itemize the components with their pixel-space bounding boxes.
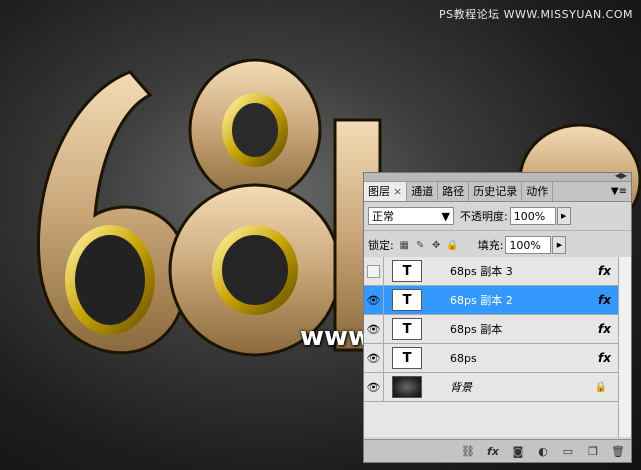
lock-label: 锁定: (368, 239, 394, 252)
tab-history[interactable]: 历史记录 (469, 182, 523, 201)
layer-name: 68ps 副本 3 (450, 265, 513, 278)
fx-icon[interactable]: fx (598, 293, 611, 307)
chevron-down-icon: ▼ (441, 209, 450, 223)
layer-name: 68ps 副本 (450, 323, 503, 336)
text-layer-thumbnail: T (392, 260, 422, 282)
visibility-toggle[interactable]: 👁 (364, 286, 384, 314)
layer-row[interactable]: T 68ps 副本 3 fx ▼ (364, 257, 631, 286)
panel-menu-icon[interactable]: ▼≡ (611, 182, 631, 201)
panel-tabs: 图层 × 通道 路径 历史记录 动作 ▼≡ (364, 182, 631, 202)
eye-icon: 👁 (366, 351, 381, 365)
opacity-input[interactable]: 100% (509, 207, 556, 225)
fill-slider-button[interactable]: ▶ (552, 236, 567, 254)
background-layer-thumbnail (392, 376, 422, 398)
tab-paths[interactable]: 路径 (438, 182, 470, 201)
fx-icon[interactable]: fx (598, 322, 611, 336)
fx-icon[interactable]: fx (598, 264, 611, 278)
link-layers-icon[interactable]: ⛓ (461, 445, 475, 458)
collapse-icon[interactable]: ◀▶ (615, 171, 627, 180)
layers-panel: ◀▶ 图层 × 通道 路径 历史记录 动作 ▼≡ 正常 ▼ 不透明度: 100% ▶… (363, 171, 632, 463)
lock-all-icon[interactable]: 🔒 (446, 240, 458, 251)
layers-list: T 68ps 副本 3 fx ▼ 👁 T 68ps 副本 2 fx ▼ 👁 T … (364, 257, 631, 437)
lock-image-icon[interactable]: ✎ (415, 240, 426, 251)
tab-actions[interactable]: 动作 (522, 182, 554, 201)
text-layer-thumbnail: T (392, 289, 422, 311)
layer-row[interactable]: 👁 T 68ps fx ▼ (364, 344, 631, 373)
eye-icon: 👁 (366, 380, 381, 394)
watermark-top: PS教程论坛 WWW.MISSYUAN.COM (438, 8, 633, 21)
text-layer-thumbnail: T (392, 347, 422, 369)
eye-icon: 👁 (366, 322, 381, 336)
layer-name: 背景 (450, 381, 472, 394)
trash-icon[interactable]: 🗑 (611, 445, 625, 458)
fill-label: 填充: (477, 239, 504, 252)
lock-transparent-icon[interactable]: ▦ (399, 240, 410, 251)
tab-label: 图层 (368, 185, 390, 198)
close-icon[interactable]: × (393, 185, 402, 198)
fill-input[interactable]: 100% (505, 236, 552, 254)
visibility-toggle[interactable] (364, 257, 384, 285)
layer-row-background[interactable]: 👁 背景 🔒 (364, 373, 631, 402)
visibility-toggle[interactable]: 👁 (364, 315, 384, 343)
fx-icon[interactable]: fx (598, 351, 611, 365)
lock-row: 锁定: ▦ ✎ ✥ 🔒 填充: 100% ▶ (364, 231, 631, 260)
eye-icon: 👁 (366, 293, 381, 307)
tab-channels[interactable]: 通道 (407, 182, 439, 201)
text-layer-thumbnail: T (392, 318, 422, 340)
tab-layers[interactable]: 图层 × (364, 182, 408, 201)
visibility-toggle[interactable]: 👁 (364, 373, 384, 401)
layer-name: 68ps 副本 2 (450, 294, 513, 307)
panel-title-bar[interactable]: ◀▶ (364, 171, 631, 182)
layer-row[interactable]: 👁 T 68ps 副本 2 fx ▼ (364, 286, 631, 315)
layer-name: 68ps (450, 351, 477, 365)
blend-mode-select[interactable]: 正常 ▼ (368, 207, 454, 225)
blend-row: 正常 ▼ 不透明度: 100% ▶ (364, 202, 631, 231)
blend-mode-value: 正常 (372, 210, 394, 223)
new-layer-icon[interactable]: ❐ (586, 445, 600, 458)
adjustment-layer-icon[interactable]: ◐ (536, 445, 550, 458)
layer-row[interactable]: 👁 T 68ps 副本 fx ▼ (364, 315, 631, 344)
empty-box-icon (367, 264, 380, 278)
add-style-icon[interactable]: fx (486, 445, 500, 458)
opacity-label: 不透明度: (460, 210, 508, 223)
visibility-toggle[interactable]: 👁 (364, 344, 384, 372)
panel-footer: ⛓ fx ◙ ◐ ▭ ❐ 🗑 (364, 439, 631, 462)
new-group-icon[interactable]: ▭ (561, 445, 575, 458)
layers-scrollbar[interactable] (618, 257, 631, 437)
lock-icon: 🔒 (594, 381, 607, 393)
opacity-slider-button[interactable]: ▶ (556, 207, 571, 225)
add-mask-icon[interactable]: ◙ (511, 445, 525, 458)
lock-position-icon[interactable]: ✥ (431, 240, 442, 251)
